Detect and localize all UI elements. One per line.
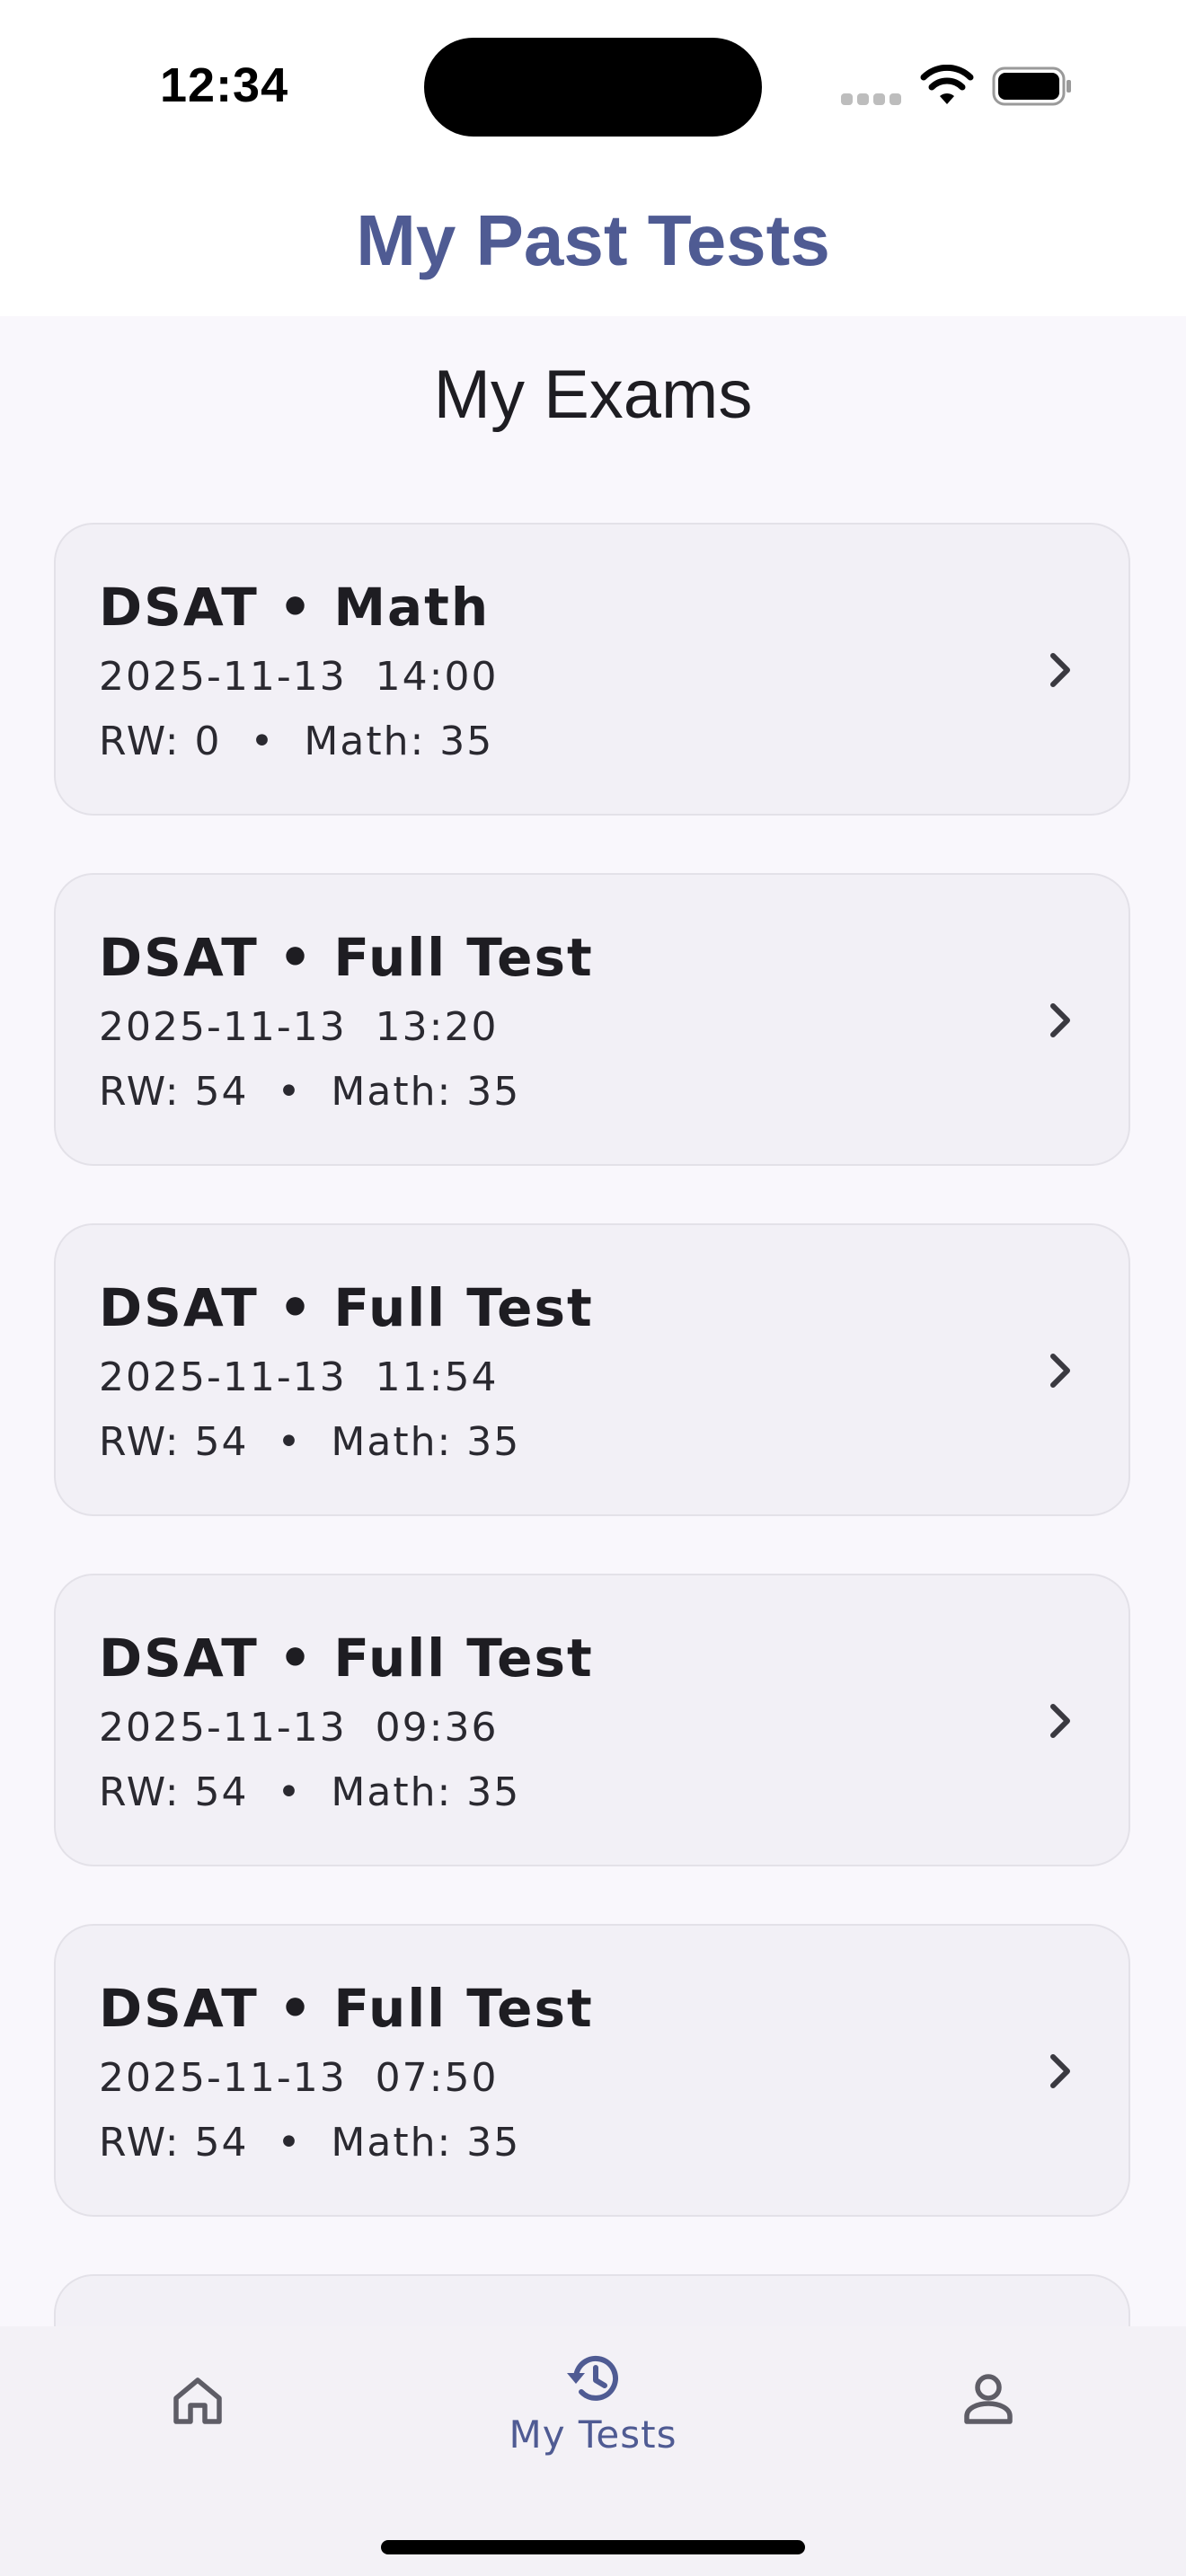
history-icon (567, 2355, 618, 2401)
nav-item-my-tests[interactable]: My Tests (458, 2326, 728, 2506)
exam-card-partial[interactable] (54, 2274, 1130, 2326)
chevron-right-icon (1050, 1003, 1070, 1037)
exam-card[interactable]: DSAT • Math 2025-11-13 14:00 RW: 0 • Mat… (54, 523, 1130, 816)
exam-title: DSAT • Math (99, 577, 491, 638)
exam-date: 2025-11-13 13:20 (99, 1004, 499, 1050)
exam-title: DSAT • Full Test (99, 1978, 594, 2039)
chevron-right-icon (1050, 1704, 1070, 1738)
section-title: My Exams (433, 357, 753, 433)
exam-scores: RW: 54 • Math: 35 (99, 1069, 521, 1115)
exam-scores: RW: 0 • Math: 35 (99, 719, 494, 764)
exam-date: 2025-11-13 11:54 (99, 1354, 499, 1400)
exam-card[interactable]: DSAT • Full Test 2025-11-13 11:54 RW: 54… (54, 1223, 1130, 1516)
exam-scores: RW: 54 • Math: 35 (99, 2120, 521, 2166)
home-indicator[interactable] (381, 2540, 805, 2554)
exam-title: DSAT • Full Test (99, 1628, 594, 1689)
exam-title: DSAT • Full Test (99, 1277, 594, 1338)
person-icon (964, 2374, 1013, 2424)
exam-date: 2025-11-13 09:36 (99, 1705, 499, 1751)
exam-card[interactable]: DSAT • Full Test 2025-11-13 13:20 RW: 54… (54, 873, 1130, 1166)
chevron-right-icon (1050, 653, 1070, 687)
exam-list[interactable]: My Exams DSAT • Math 2025-11-13 14:00 RW… (0, 0, 1186, 2326)
nav-item-profile[interactable] (854, 2326, 1123, 2506)
chevron-right-icon (1050, 2054, 1070, 2088)
nav-label-my-tests: My Tests (509, 2413, 677, 2457)
exam-card[interactable]: DSAT • Full Test 2025-11-13 09:36 RW: 54… (54, 1574, 1130, 1866)
home-icon (173, 2378, 222, 2424)
exam-scores: RW: 54 • Math: 35 (99, 1769, 521, 1815)
exam-scores: RW: 54 • Math: 35 (99, 1419, 521, 1465)
bottom-navigation: My Tests (0, 2326, 1186, 2576)
exam-date: 2025-11-13 14:00 (99, 654, 499, 700)
exam-card[interactable]: DSAT • Full Test 2025-11-13 07:50 RW: 54… (54, 1924, 1130, 2217)
exam-date: 2025-11-13 07:50 (99, 2055, 499, 2101)
exam-title: DSAT • Full Test (99, 927, 594, 988)
chevron-right-icon (1050, 1354, 1070, 1388)
nav-item-home[interactable] (63, 2326, 332, 2506)
